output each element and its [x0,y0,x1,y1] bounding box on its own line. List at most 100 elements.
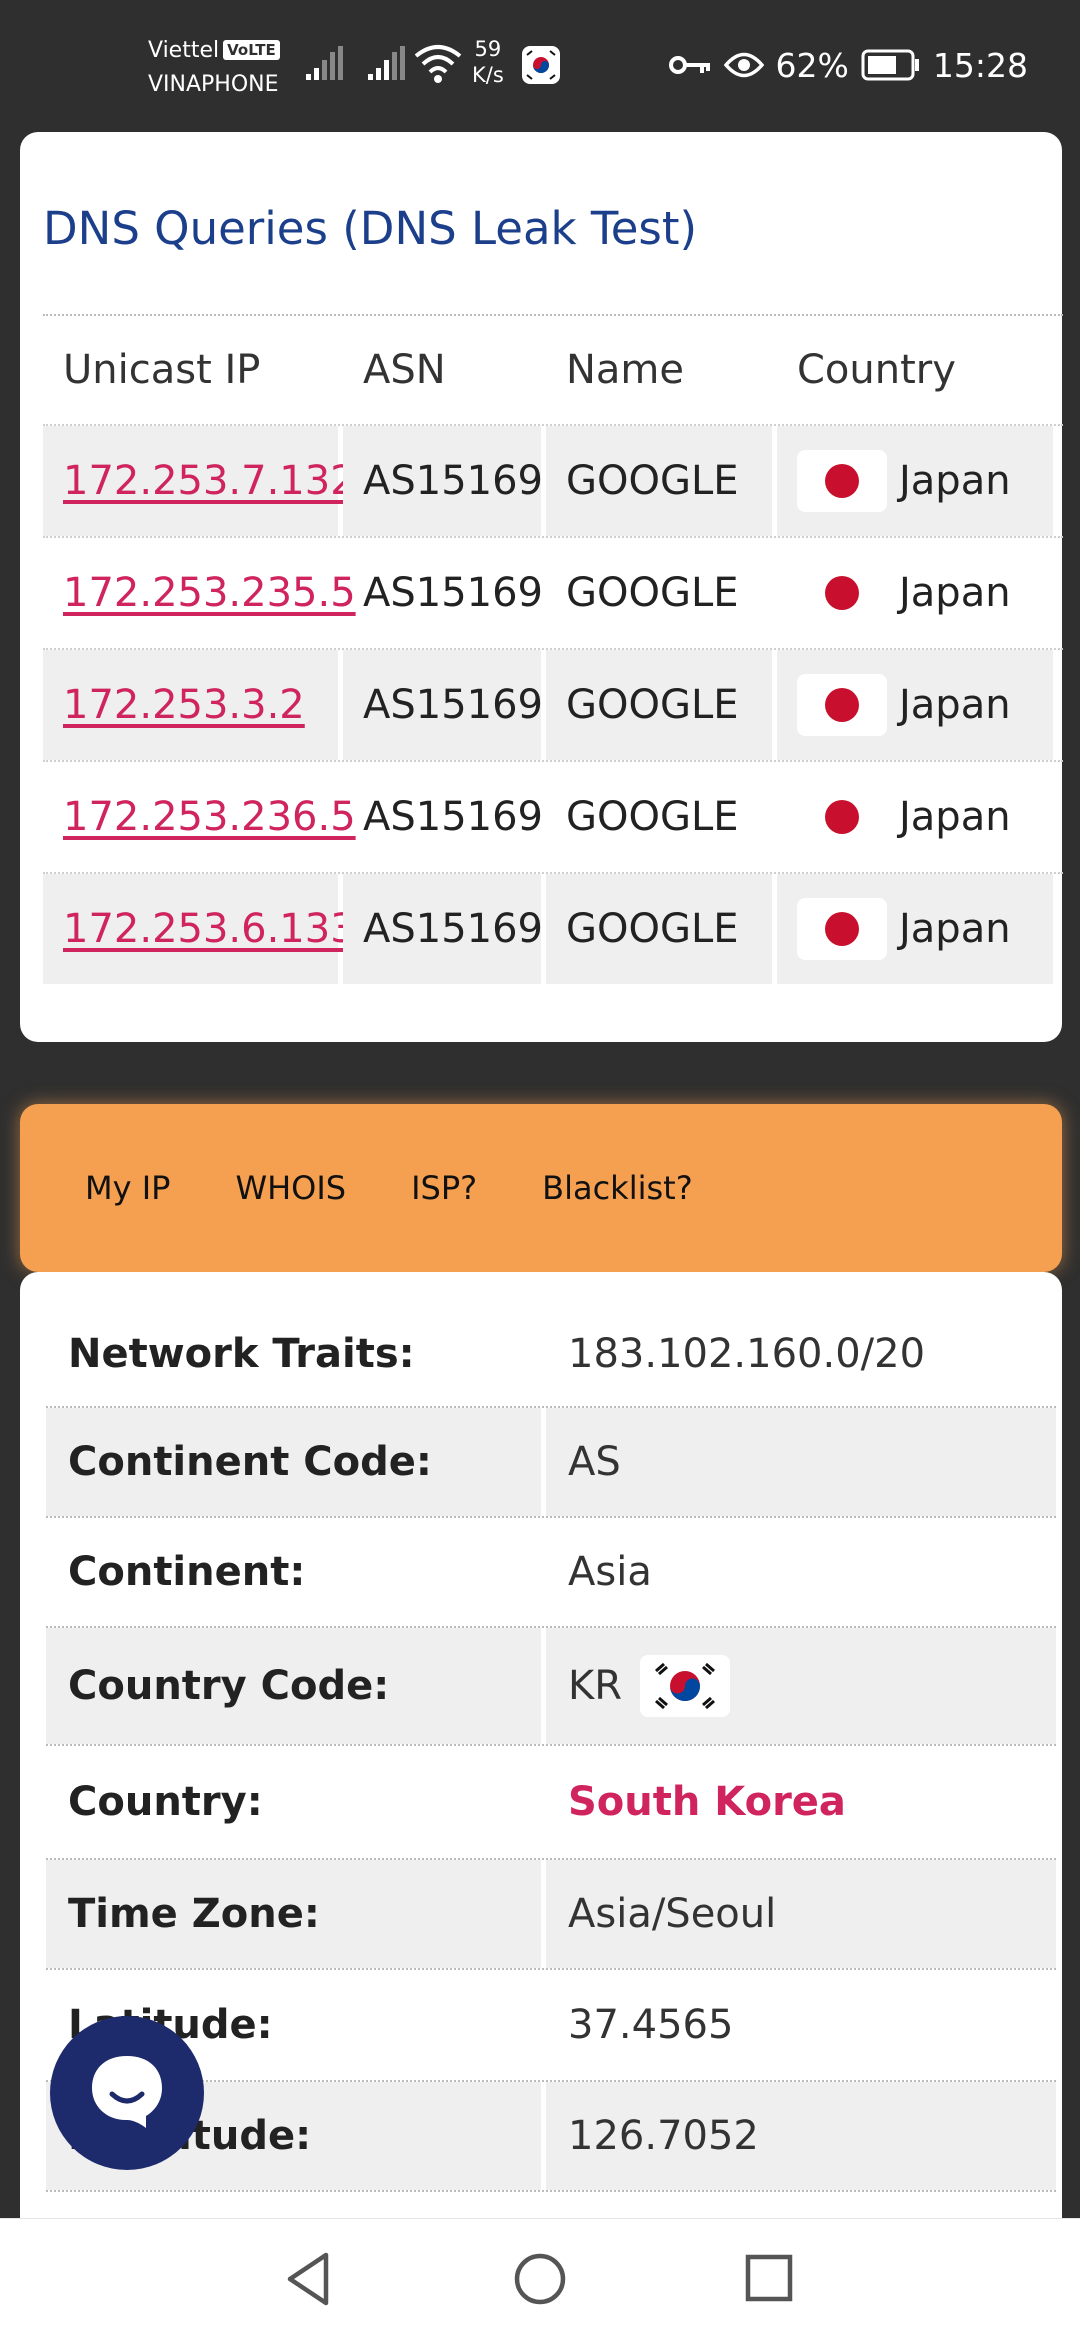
row-label: Continent: [68,1549,306,1595]
japan-flag-icon [797,450,887,512]
korea-flag-icon [522,46,560,84]
country-cell: Japan [777,874,1053,984]
country-link[interactable]: South Korea [568,1779,846,1825]
table-row: Country Code: KR [46,1628,1056,1746]
vpn-key-icon [668,56,710,74]
country-label: Japan [899,682,1011,728]
ip-link[interactable]: 172.253.6.133 [63,906,356,952]
table-row: Country: South Korea [46,1746,1056,1860]
table-row: 172.253.7.132 AS15169 GOOGLE Japan [43,424,1063,536]
asn-cell: AS15169 [343,426,543,536]
wifi-icon [414,45,462,83]
carrier-2: VINAPHONE [148,72,279,97]
nav-my-ip[interactable]: My IP [85,1169,170,1207]
ip-link[interactable]: 172.253.7.132 [63,458,356,504]
row-value: AS [546,1408,1056,1516]
row-value: 126.7052 [546,2082,1056,2190]
ip-cell: 172.253.236.5 [43,762,356,872]
table-row: 172.253.3.2 AS15169 GOOGLE Japan [43,648,1063,760]
dns-table-header: Unicast IP ASN Name Country [43,314,1063,424]
japan-flag-icon [797,674,887,736]
row-value: South Korea [546,1746,1056,1858]
ip-link[interactable]: 172.253.3.2 [63,682,305,728]
home-icon[interactable] [512,2251,568,2307]
country-cell: Japan [777,650,1053,760]
chat-icon [92,2056,162,2128]
japan-flag-icon [797,562,887,624]
col-asn: ASN [363,347,446,393]
clock: 15:28 [932,45,1028,85]
country-cell: Japan [777,426,1053,536]
row-value: Asia/Seoul [546,1860,1056,1968]
col-unicast-ip: Unicast IP [63,347,261,393]
battery-percent: 62% [775,45,849,85]
col-name: Name [566,347,685,393]
table-row: Time Zone: Asia/Seoul [46,1860,1056,1970]
country-cell: Japan [777,762,1053,872]
name-cell: GOOGLE [566,794,739,840]
table-row: Continent: Asia [46,1518,1056,1628]
dns-title: DNS Queries (DNS Leak Test) [43,202,698,255]
country-label: Japan [899,906,1011,952]
ip-cell: 172.253.235.5 [43,538,356,648]
row-label: Country: [68,1779,263,1825]
nav-blacklist[interactable]: Blacklist? [542,1169,693,1207]
row-label: Continent Code: [46,1408,541,1516]
back-icon[interactable] [284,2251,334,2307]
japan-flag-icon [797,898,887,960]
recents-icon[interactable] [744,2251,794,2307]
japan-flag-icon [797,786,887,848]
carrier-info: Viettel VoLTE VINAPHONE [148,34,280,102]
nav-isp[interactable]: ISP? [411,1169,477,1207]
row-label: Network Traits: [68,1331,415,1377]
status-bar: Viettel VoLTE VINAPHONE 59 K/s 62% 15:28 [0,0,1080,130]
name-cell: GOOGLE [566,570,739,616]
table-row: 172.253.235.5 AS15169 GOOGLE Japan [43,536,1063,648]
speed-value: 59 [474,37,502,61]
table-row: 172.253.6.133 AS15169 GOOGLE Japan [43,872,1063,984]
name-cell: GOOGLE [546,426,772,536]
carrier-1: Viettel [148,38,220,63]
row-value: 183.102.160.0/20 [568,1331,926,1377]
eye-icon [723,52,764,78]
row-value: 37.4565 [568,2002,734,2048]
speed-unit: K/s [472,63,504,87]
row-value: Asia [568,1549,652,1595]
signal-icon-2 [368,46,405,80]
chat-button[interactable] [50,2016,204,2170]
country-label: Japan [899,570,1011,616]
asn-cell: AS15169 [363,570,543,616]
status-right: 62% 15:28 [668,40,1028,90]
country-label: Japan [899,458,1011,504]
system-navigation-bar [0,2218,1080,2341]
asn-cell: AS15169 [363,794,543,840]
country-code: KR [568,1663,623,1709]
col-country: Country [797,347,956,393]
ip-info-card: Network Traits: 183.102.160.0/20 Contine… [20,1272,1062,2340]
row-label: Country Code: [46,1628,541,1744]
name-cell: GOOGLE [546,650,772,760]
korea-flag-icon [640,1655,731,1717]
ip-cell: 172.253.3.2 [43,650,338,760]
asn-cell: AS15169 [343,650,543,760]
table-row: Continent Code: AS [46,1408,1056,1518]
asn-cell: AS15169 [343,874,543,984]
ip-link[interactable]: 172.253.235.5 [63,570,356,616]
country-cell: Japan [777,538,1053,648]
table-row: Network Traits: 183.102.160.0/20 [46,1272,1056,1408]
signal-icon-1 [306,46,343,80]
dns-table: Unicast IP ASN Name Country 172.253.7.13… [43,314,1063,984]
name-cell: GOOGLE [546,874,772,984]
table-row: 172.253.236.5 AS15169 GOOGLE Japan [43,760,1063,872]
tool-nav: My IP WHOIS ISP? Blacklist? [20,1104,1062,1272]
dns-leak-card: DNS Queries (DNS Leak Test) Unicast IP A… [20,132,1063,1153]
nav-whois[interactable]: WHOIS [235,1169,346,1207]
ip-cell: 172.253.6.133 [43,874,356,984]
battery-icon [861,49,919,81]
ip-cell: 172.253.7.132 [43,426,356,536]
country-label: Japan [899,794,1011,840]
row-label: Time Zone: [46,1860,541,1968]
network-speed: 59 K/s [472,36,504,88]
volte-badge: VoLTE [223,40,280,60]
ip-link[interactable]: 172.253.236.5 [63,794,356,840]
